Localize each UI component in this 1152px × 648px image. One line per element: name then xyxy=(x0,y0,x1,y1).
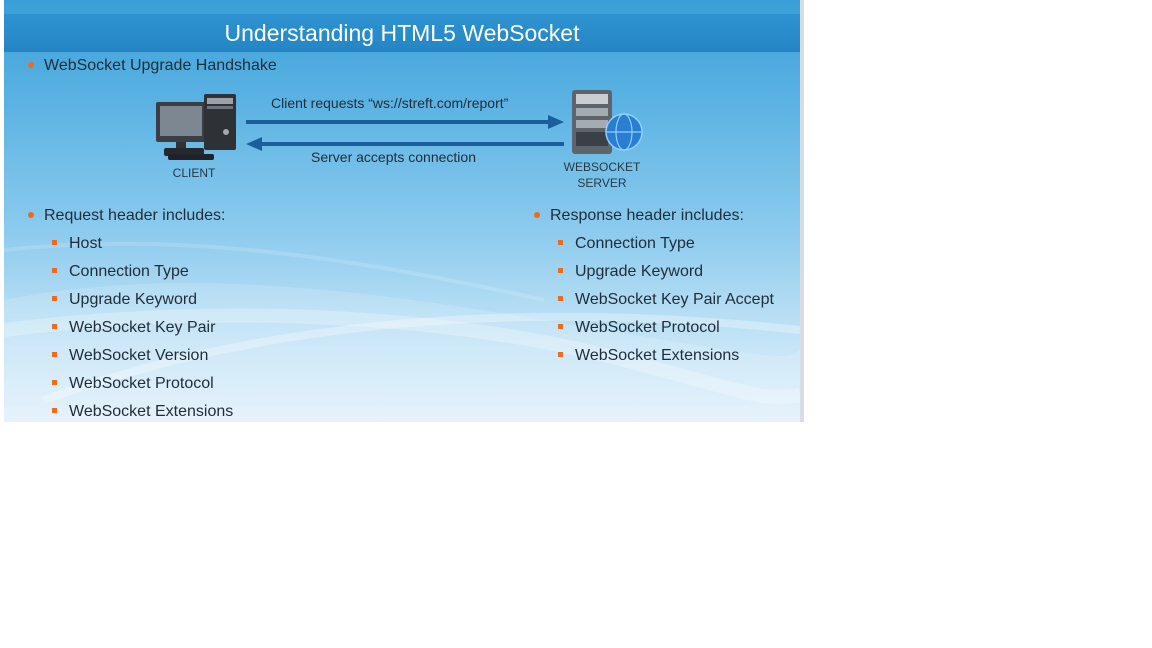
bullet-dot-icon xyxy=(534,211,540,218)
client-label: CLIENT xyxy=(172,166,216,180)
request-header-item-text: WebSocket Key Pair xyxy=(69,319,216,336)
response-header-item-text: Upgrade Keyword xyxy=(575,263,704,280)
request-header-item: Host xyxy=(52,234,102,254)
right-arrow-head-icon xyxy=(548,115,564,129)
request-header-item: Connection Type xyxy=(52,262,189,282)
bullet-square-icon xyxy=(558,268,563,274)
response-header-item-text: WebSocket Key Pair Accept xyxy=(575,291,774,308)
bullet-square-icon xyxy=(52,324,57,330)
request-header-item-text: WebSocket Version xyxy=(69,347,209,364)
websocket-server-icon xyxy=(572,90,643,154)
response-header-item: Connection Type xyxy=(558,234,695,254)
request-header-heading: Request header includes: xyxy=(28,206,225,226)
bullet-square-icon xyxy=(52,408,57,414)
slide: Understanding HTML5 WebSocket WebSocket … xyxy=(4,0,800,422)
request-header-item-text: Upgrade Keyword xyxy=(69,291,198,308)
request-header-heading-text: Request header includes: xyxy=(44,207,226,224)
response-header-item: WebSocket Extensions xyxy=(558,346,739,366)
request-header-item: WebSocket Key Pair xyxy=(52,318,215,338)
request-arrow-label: Client requests “ws://streft.com/report” xyxy=(271,95,509,111)
bullet-square-icon xyxy=(558,352,563,358)
bullet-square-icon xyxy=(52,240,57,246)
response-header-item-text: WebSocket Protocol xyxy=(575,319,720,336)
bullet-square-icon xyxy=(52,296,57,302)
response-header-item: WebSocket Protocol xyxy=(558,318,720,338)
bullet-square-icon xyxy=(52,268,57,274)
request-header-item: WebSocket Version xyxy=(52,346,208,366)
server-label: WEBSOCKET SERVER xyxy=(556,159,648,191)
bullet-square-icon xyxy=(558,324,563,330)
request-header-item-text: WebSocket Protocol xyxy=(69,375,214,392)
request-header-item-text: WebSocket Extensions xyxy=(69,403,234,420)
response-header-item-text: WebSocket Extensions xyxy=(575,347,740,364)
bullet-dot-icon xyxy=(28,61,34,68)
request-header-item: WebSocket Protocol xyxy=(52,374,214,394)
request-header-item-text: Host xyxy=(69,235,102,252)
response-header-item: Upgrade Keyword xyxy=(558,262,703,282)
bullet-dot-icon xyxy=(28,211,34,218)
slide-edge xyxy=(800,0,804,422)
response-header-heading: Response header includes: xyxy=(534,206,744,226)
response-header-heading-text: Response header includes: xyxy=(550,207,744,224)
response-header-item: WebSocket Key Pair Accept xyxy=(558,290,774,310)
slide-title: Understanding HTML5 WebSocket xyxy=(224,20,580,46)
request-header-item: WebSocket Extensions xyxy=(52,402,233,422)
bullet-square-icon xyxy=(52,352,57,358)
client-computer-icon xyxy=(156,94,236,160)
response-arrow-label: Server accepts connection xyxy=(311,149,476,165)
bullet-square-icon xyxy=(52,380,57,386)
handshake-arrows xyxy=(246,115,564,151)
response-header-item-text: Connection Type xyxy=(575,235,695,252)
request-header-item-text: Connection Type xyxy=(69,263,189,280)
bullet-square-icon xyxy=(558,240,563,246)
server-label-line2: SERVER xyxy=(577,176,627,190)
intro-bullet-text: WebSocket Upgrade Handshake xyxy=(44,57,277,74)
left-arrow-head-icon xyxy=(246,137,262,151)
bullet-square-icon xyxy=(558,296,563,302)
intro-bullet: WebSocket Upgrade Handshake xyxy=(28,56,277,76)
request-header-item: Upgrade Keyword xyxy=(52,290,197,310)
server-label-line1: WEBSOCKET xyxy=(563,160,641,174)
